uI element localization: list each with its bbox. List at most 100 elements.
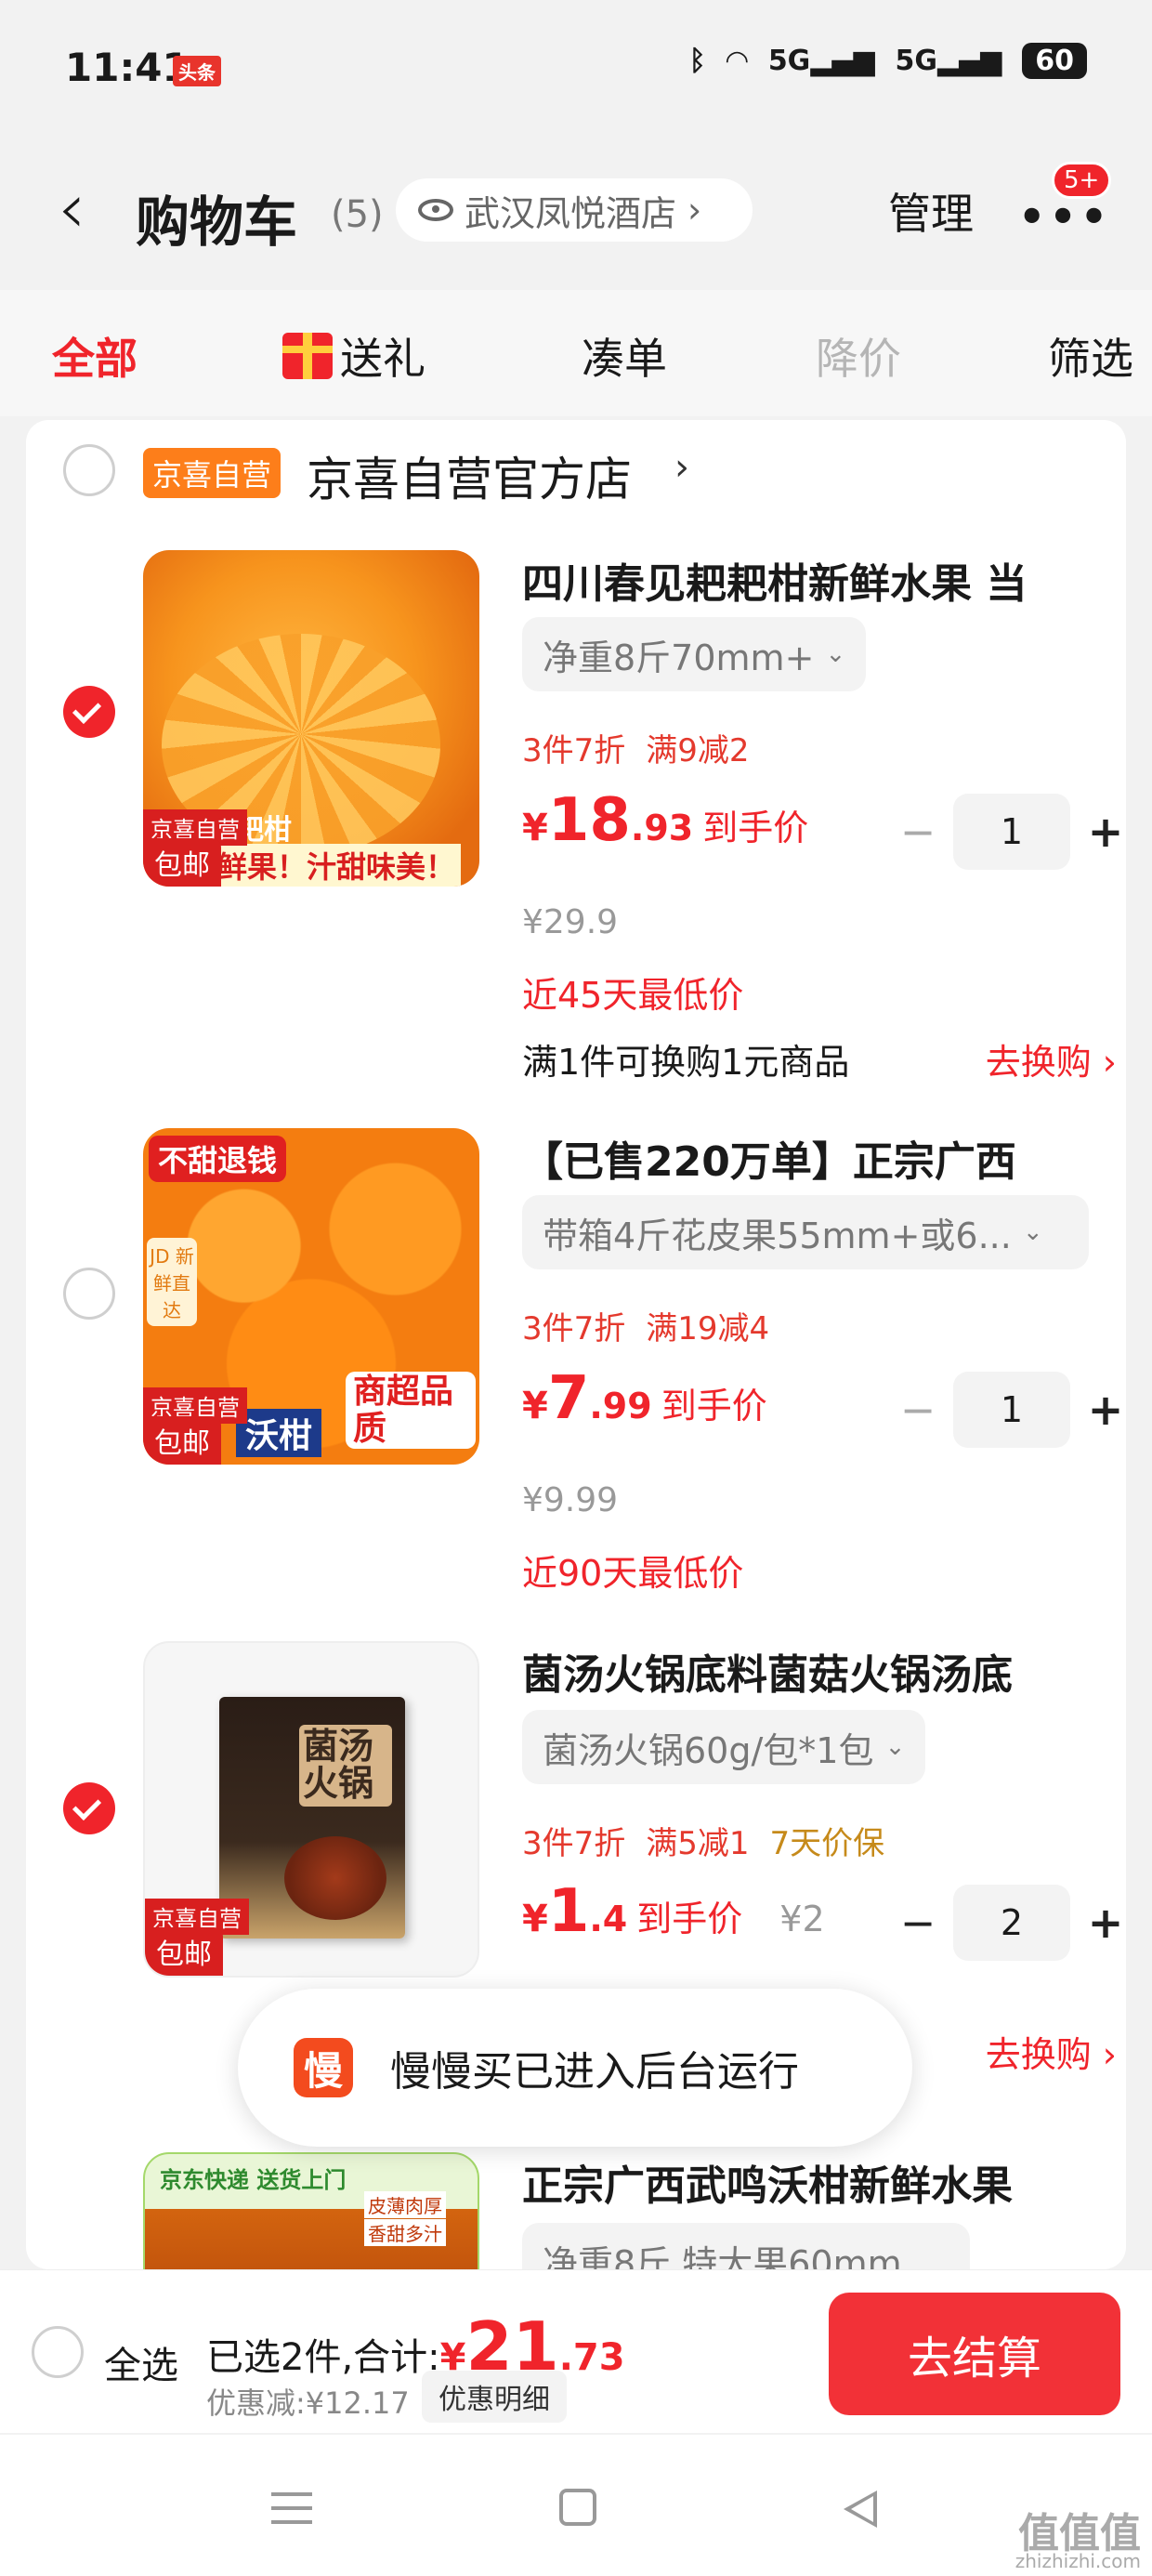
toast-text: 慢慢买已进入后台运行 [390,2048,799,2096]
product-title[interactable]: 正宗广西武鸣沃柑新鲜水果 [522,2152,1098,2212]
price-label: 到手价 [661,1386,767,1426]
spec-selector[interactable]: 净重8斤70mm+ ⌄ [522,617,867,691]
chevron-right-icon[interactable]: › [674,446,689,489]
cart-header: ‹ 购物车 (5) 武汉凤悦酒店 › 管理 ••• 5+ [0,139,1152,288]
price-currency: ¥ [522,1898,548,1940]
product-image[interactable]: 不甜退钱 JD 新鲜直达 沃柑 商超品质 京喜自营 包邮 [143,1128,479,1465]
thumb-feature-2: 香甜多汁 [364,2219,446,2246]
item-checkbox[interactable] [63,1782,115,1834]
price-currency: ¥ [522,1385,548,1427]
watermark-url: zhizhizhi.com [1015,2550,1141,2572]
item-checkbox[interactable] [63,1268,115,1320]
product-title[interactable]: 【已售220万单】正宗广西 [522,1128,1098,1188]
toutiao-badge: 头条 [173,56,221,86]
exchange-row: 满1件可换购1元商品 去换购 › [522,1033,1117,1084]
price-label: 到手价 [702,808,809,848]
checkout-bar: 全选 已选2件,合计:¥21.73 优惠减:¥12.17 优惠明细 去结算 [0,2269,1152,2433]
back-triangle-icon[interactable] [844,2491,877,2528]
quantity-input[interactable]: 1 [953,1372,1070,1448]
menu-icon[interactable] [271,2492,312,2524]
product-title[interactable]: 四川春见耙耙柑新鲜水果 当 [522,550,1098,610]
tab-gift[interactable]: 送礼 [282,325,425,387]
discount-detail-button[interactable]: 优惠明细 [422,2371,567,2423]
product-image[interactable]: 京东快递 送货上门 皮薄肉厚 香甜多汁 [143,2152,479,2269]
quantity-stepper: − 1 + [892,1372,1126,1448]
tab-price-drop[interactable]: 降价 [816,325,901,387]
promo-tag: 3件7折 [522,1825,626,1862]
item-checkbox[interactable] [63,686,115,738]
spec-text: 净重8斤 特大果60mm... [543,2242,936,2270]
status-icons: ᛒ ◠ 5G▂▄▆ 5G▂▄▆ 60 [689,43,1087,79]
quantity-input[interactable]: 2 [953,1885,1070,1961]
price-integer: 1 [547,1877,590,1946]
select-all-label[interactable]: 全选 [104,2335,178,2389]
chevron-down-icon: ⌄ [825,640,846,668]
price-decimal: .93 [630,808,694,848]
spec-selector[interactable]: 净重8斤 特大果60mm... [522,2223,970,2269]
price-decimal: .4 [589,1899,628,1939]
thumb-feature-1: 皮薄肉厚 [364,2191,446,2218]
decrease-button[interactable]: − [892,1385,944,1435]
select-all-checkbox[interactable] [32,2326,84,2378]
back-icon[interactable]: ‹ [58,173,85,243]
thumb-badge-jd: JD 新鲜直达 [147,1238,197,1326]
decrease-button[interactable]: − [892,1898,944,1948]
wifi-icon: ◠ [726,45,748,77]
signal-icon: 5G▂▄▆ [767,45,875,77]
price-currency: ¥ [522,807,548,849]
tab-all[interactable]: 全部 [52,325,137,387]
increase-button[interactable]: + [1080,1385,1126,1435]
increase-button[interactable]: + [1080,807,1126,857]
discount-amount: 优惠减:¥12.17 [206,2385,410,2421]
product-title[interactable]: 菌汤火锅底料菌菇火锅汤底 [522,1641,1098,1701]
shop-name[interactable]: 京喜自营官方店 [307,442,632,509]
cart-item: 京东快递 送货上门 皮薄肉厚 香甜多汁 正宗广西武鸣沃柑新鲜水果 净重8斤 特大… [26,2152,1126,2269]
background-run-toast: 慢 慢慢买已进入后台运行 [238,1989,912,2147]
tab-filter[interactable]: 筛选 [1048,325,1133,387]
lowest-price-note: 近45天最低价 [522,975,744,1016]
promo-tags: 3件7折 满9减2 [522,725,770,770]
page-title: 购物车 [136,191,298,254]
shop-row: 京喜自营 京喜自营官方店 › [26,420,1126,522]
original-price: ¥9.99 [522,1481,619,1519]
address-selector[interactable]: 武汉凤悦酒店 › [396,178,753,242]
spec-text: 净重8斤70mm+ [543,637,815,678]
hotpot-graphic [284,1836,386,1920]
checkout-button[interactable]: 去结算 [829,2293,1120,2415]
increase-button[interactable]: + [1080,1898,1126,1948]
status-time: 11:41 [65,45,190,90]
shop-checkbox[interactable] [63,444,115,496]
system-nav-bar [0,2435,1152,2576]
chevron-down-icon: ⌄ [884,1733,906,1761]
selected-text: 已选2件,合计: [206,2336,440,2379]
message-badge: 5+ [1052,162,1112,199]
bluetooth-icon: ᛒ [688,45,706,77]
total-decimal: .73 [558,2336,625,2379]
more-icon[interactable]: ••• [1018,191,1111,242]
spec-selector[interactable]: 带箱4斤花皮果55mm+或6... ⌄ [522,1195,1089,1269]
free-shipping-tag: 包邮 [143,838,221,887]
tab-bundle[interactable]: 凑单 [582,325,667,387]
spec-selector[interactable]: 菌汤火锅60g/包*1包 ⌄ [522,1710,926,1784]
promo-tag: 满5减1 [646,1825,750,1862]
original-price: ¥29.9 [522,903,619,941]
address-text: 武汉凤悦酒店 [465,192,677,234]
product-image[interactable]: 耙耙柑 鲜果！汁甜味美！ 京喜自营 包邮 [143,550,479,887]
lowest-price-note: 近90天最低价 [522,1553,744,1594]
product-image[interactable]: 菌汤火锅 京喜自营 包邮 [143,1641,479,1978]
quantity-input[interactable]: 1 [953,794,1070,870]
thumb-overlay-text: 鲜果！汁甜味美！ [212,844,462,887]
exchange-link[interactable]: 去换购 › [986,2026,1117,2077]
item-price: ¥7.99 到手价 [522,1364,767,1433]
price-guard-tag: 7天价保 [769,1825,885,1862]
exchange-link[interactable]: 去换购 › [986,1033,1117,1084]
cart-item: 耙耙柑 鲜果！汁甜味美！ 京喜自营 包邮 四川春见耙耙柑新鲜水果 当 净重8斤7… [26,550,1126,1108]
quantity-stepper: − 2 + [892,1885,1126,1961]
manage-button[interactable]: 管理 [888,180,974,242]
thumb-badge-top: 不甜退钱 [149,1136,287,1182]
home-icon[interactable] [559,2489,596,2526]
decrease-button[interactable]: − [892,807,944,857]
quantity-stepper: − 1 + [892,794,1126,870]
spec-text: 带箱4斤花皮果55mm+或6... [543,1215,1012,1256]
tab-gift-label: 送礼 [340,334,425,384]
